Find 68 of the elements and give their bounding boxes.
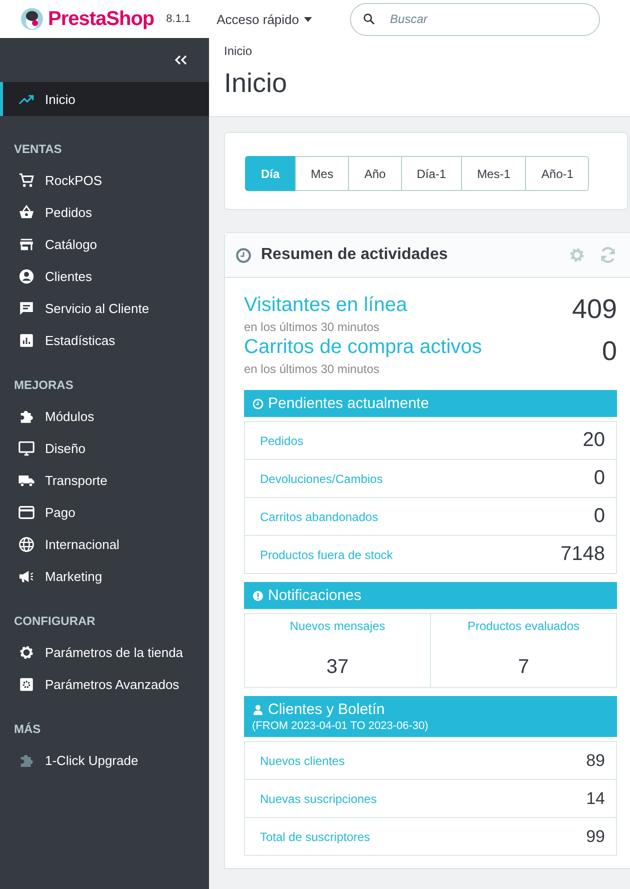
sidebar-item[interactable]: 1-Click Upgrade [0, 744, 209, 776]
version-label: 8.1.1 [166, 13, 191, 25]
section-title: Pendientes actualmente [268, 395, 429, 412]
section-heading: MEJORAS [13, 377, 74, 394]
gear-icon [18, 644, 35, 660]
sidebar-item[interactable]: Catálogo [0, 228, 209, 260]
basket-icon [18, 204, 35, 220]
list-value: 14 [586, 788, 605, 808]
sidebar-item[interactable]: Clientes [0, 260, 209, 292]
credit-card-icon [18, 504, 35, 520]
sidebar-item[interactable]: Módulos [0, 400, 209, 432]
notification-count: 37 [326, 656, 349, 679]
date-range: (FROM 2023-04-01 TO 2023-06-30) [252, 720, 428, 732]
user-icon [18, 268, 35, 284]
sidebar-item[interactable]: Parámetros de la tienda [0, 636, 209, 668]
stat-value: 409 [572, 294, 617, 325]
sidebar-item[interactable]: Marketing [0, 560, 209, 592]
period-button[interactable]: Año [348, 156, 402, 191]
globe-icon [18, 536, 35, 552]
list-value: 0 [594, 467, 605, 490]
sidebar-item[interactable]: Transporte [0, 464, 209, 496]
section-heading: CONFIGURAR [13, 613, 96, 630]
caret-icon [304, 16, 312, 22]
sidebar-item[interactable]: Inicio [0, 82, 209, 116]
refresh-icon[interactable] [599, 246, 617, 264]
period-button[interactable]: Mes-1 [461, 156, 526, 191]
stat-note: en los últimos 30 minutos [244, 362, 380, 376]
section-title: Clientes y Boletín [268, 701, 385, 718]
settings-icon[interactable] [568, 246, 586, 264]
section-heading: VENTAS [13, 141, 63, 158]
list-value: 99 [586, 826, 605, 846]
search-field[interactable]: Buscar [350, 2, 600, 36]
card-title: Resumen de actividades [261, 246, 449, 264]
sidebar-item[interactable]: Parámetros Avanzados [0, 668, 209, 700]
sidebar-item[interactable]: Estadísticas [0, 324, 209, 356]
period-button[interactable]: Mes [294, 156, 350, 191]
stat-value: 0 [602, 336, 617, 367]
user-icon [252, 704, 264, 716]
settings-icon [18, 676, 35, 692]
list-value: 7148 [560, 543, 605, 566]
clock-icon [252, 398, 264, 410]
sidebar-item[interactable]: Internacional [0, 528, 209, 560]
sidebar-item[interactable]: RockPOS [0, 164, 209, 196]
chat-icon [18, 300, 35, 316]
alert-icon [252, 590, 264, 602]
sidebar-item[interactable]: Diseño [0, 432, 209, 464]
list-value: 0 [594, 505, 605, 528]
breadcrumb[interactable]: Inicio [224, 44, 615, 58]
sidebar-item[interactable]: Pedidos [0, 196, 209, 228]
chart-icon [18, 332, 35, 348]
stat-note: en los últimos 30 minutos [244, 320, 380, 334]
collapse-icon[interactable] [174, 55, 188, 65]
section-heading: MÁS [13, 721, 42, 738]
section-title: Notificaciones [268, 587, 362, 604]
sidebar-item[interactable]: Pago [0, 496, 209, 528]
period-button[interactable]: Día-1 [400, 156, 462, 191]
sidebar-item[interactable]: Servicio al Cliente [0, 292, 209, 324]
logo-icon [20, 7, 44, 31]
monitor-icon [18, 440, 35, 456]
page-title: Inicio [224, 68, 288, 99]
quick-access-menu[interactable]: Acceso rápido [216, 12, 312, 26]
clock-icon [235, 246, 252, 264]
notification-count: 7 [518, 656, 530, 679]
list-value: 20 [582, 429, 605, 452]
period-button[interactable]: Año-1 [525, 156, 590, 191]
list-value: 89 [586, 750, 605, 770]
cart-icon [18, 172, 35, 188]
brand-name[interactable]: PrestaShop [48, 8, 154, 30]
